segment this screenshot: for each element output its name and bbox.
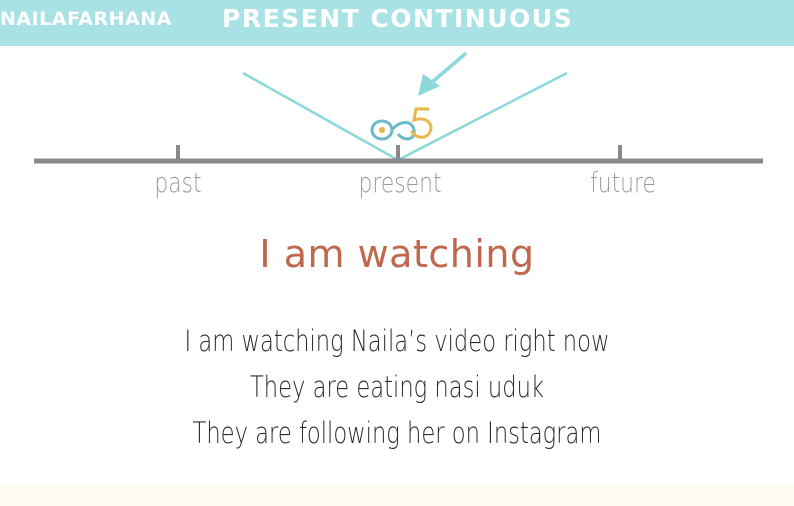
example-sentence-1: I am watching Naila’s video right now: [184, 324, 610, 358]
timeline-label-present: present: [358, 166, 442, 199]
footer-band: [0, 484, 794, 506]
v-line-left: [242, 71, 399, 162]
example-sentences: I am watching Naila’s video right now Th…: [0, 318, 794, 456]
example-sentence-3: They are following her on Instagram: [192, 416, 602, 450]
infinity-icon: [370, 119, 416, 141]
slide-title: PRESENT CONTINUOUS: [222, 4, 574, 33]
brand-name: NAILAFARHANA: [0, 8, 172, 30]
example-sentence-2: They are eating nasi uduk: [249, 370, 545, 404]
infinity-center-dot: [379, 127, 385, 133]
example-headline: I am watching: [259, 232, 535, 276]
timeline-label-future: future: [590, 166, 656, 199]
timeline-label-past: past: [154, 166, 202, 199]
header-banner: NAILAFARHANA PRESENT CONTINUOUS: [0, 0, 794, 46]
arrow-icon: [418, 52, 467, 96]
